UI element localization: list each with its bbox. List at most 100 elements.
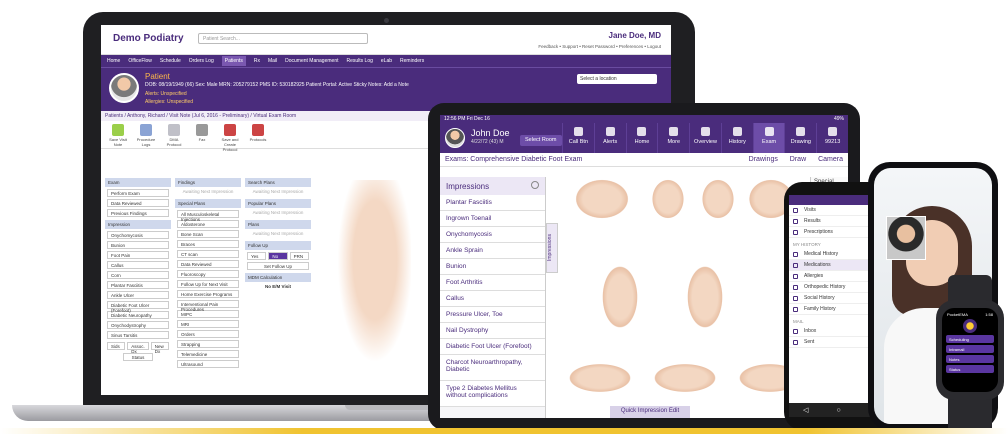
- impression-item[interactable]: Sinus Tarsitis: [107, 331, 169, 339]
- nav-more[interactable]: More: [657, 123, 689, 153]
- special-plan-item[interactable]: Aldosterone: [177, 220, 239, 228]
- special-plan-item[interactable]: MIPC: [177, 310, 239, 318]
- nav-elab[interactable]: eLab: [381, 58, 392, 64]
- nav-home[interactable]: Home: [107, 58, 120, 64]
- nav-drawing[interactable]: Drawing: [784, 123, 816, 153]
- follow-prn-button[interactable]: PRN: [289, 252, 309, 260]
- impression-item[interactable]: Diabetic Foot Ulcer (Forefoot): [440, 339, 545, 355]
- special-plan-item[interactable]: Telemedicine: [177, 350, 239, 358]
- nav-99213[interactable]: 99213: [816, 123, 848, 153]
- impression-item[interactable]: Plantar Fasciitis: [440, 195, 545, 211]
- new-dx-button[interactable]: New Dx: [150, 342, 170, 354]
- nav-exam[interactable]: Exam: [752, 123, 785, 153]
- impression-item[interactable]: Pressure Ulcer, Toe: [440, 307, 545, 323]
- special-plan-item[interactable]: Orders: [177, 330, 239, 338]
- special-plan-item[interactable]: Bone Scan: [177, 230, 239, 238]
- select-room-button[interactable]: Select Room: [520, 135, 562, 146]
- foot-image-top-left[interactable]: [572, 177, 632, 221]
- watch-notes-button[interactable]: Notes: [946, 355, 994, 363]
- follow-yes-button[interactable]: Yes: [247, 252, 267, 260]
- impression-item[interactable]: Ingrown Toenail: [440, 211, 545, 227]
- set-follow-up-button[interactable]: Set Follow Up: [247, 262, 309, 270]
- header-links[interactable]: Feedback • Support • Reset Password • Pr…: [538, 44, 661, 49]
- nav-call-btn[interactable]: Call Btn: [562, 123, 594, 153]
- back-icon[interactable]: ◁: [803, 406, 808, 414]
- watch-intramail-button[interactable]: Intramail: [946, 345, 994, 353]
- foot-image-sole-left[interactable]: [600, 262, 640, 332]
- exam-item[interactable]: Previous Findings: [107, 209, 169, 217]
- special-plan-item[interactable]: Interventional Pain Procedures: [177, 300, 239, 312]
- special-plan-item[interactable]: Strapping: [177, 340, 239, 348]
- nav-orders-log[interactable]: Orders Log: [189, 58, 214, 64]
- draw-link[interactable]: Draw: [790, 156, 806, 163]
- location-select[interactable]: Select a location: [577, 74, 657, 84]
- impression-item[interactable]: Bunion: [107, 241, 169, 249]
- procedure-logs-button[interactable]: Procedure Logs: [135, 124, 157, 147]
- impression-item[interactable]: Corn: [107, 271, 169, 279]
- home-circle-icon[interactable]: ○: [836, 407, 840, 414]
- nav-officeflow[interactable]: OfficeFlow: [128, 58, 152, 64]
- dma-protocol-button[interactable]: DMA Protocol: [163, 124, 185, 147]
- impression-item[interactable]: Diabetic Foot Ulcer (Forefoot): [107, 301, 169, 313]
- impression-item[interactable]: Foot Arthritis: [440, 275, 545, 291]
- impression-item[interactable]: Foot Pain: [107, 251, 169, 259]
- nav-overview[interactable]: Overview: [689, 123, 721, 153]
- sids-button[interactable]: Sids: [107, 342, 126, 350]
- impression-item[interactable]: Bunion: [440, 259, 545, 275]
- impression-item[interactable]: Onychodystrophy: [107, 321, 169, 329]
- impression-item[interactable]: Nail Dystrophy: [440, 323, 545, 339]
- nav-home[interactable]: Home: [625, 123, 658, 153]
- watch-status-button[interactable]: Status: [946, 365, 994, 373]
- camera-link[interactable]: Camera: [818, 156, 843, 163]
- foot-image-sole-right[interactable]: [685, 262, 725, 332]
- quick-impression-edit-button[interactable]: Quick Impression Edit: [610, 406, 690, 418]
- impression-item[interactable]: Callus: [107, 261, 169, 269]
- save-visit-note-button[interactable]: Save Visit Note: [107, 124, 129, 147]
- assoc-dx-button[interactable]: Assoc. Dx: [127, 342, 149, 354]
- nav-mail[interactable]: Mail: [268, 58, 277, 64]
- foot-image-side-left[interactable]: [565, 362, 635, 394]
- foot-image-top-middle[interactable]: [650, 177, 686, 221]
- special-plan-item[interactable]: CT scan: [177, 250, 239, 258]
- status-button[interactable]: Status: [123, 353, 153, 361]
- exam-item[interactable]: Perform Exam: [107, 189, 169, 197]
- special-plan-item[interactable]: Data Reviewed: [177, 260, 239, 268]
- special-plan-item[interactable]: All Musculoskeletal Injections: [177, 210, 239, 222]
- nav-history[interactable]: History: [720, 123, 753, 153]
- patient-search-input[interactable]: Patient Search...: [198, 33, 368, 44]
- nav-document-management[interactable]: Document Management: [285, 58, 338, 64]
- special-plan-item[interactable]: Fluoroscopy: [177, 270, 239, 278]
- impression-item[interactable]: Type 2 Diabetes Mellitus without complic…: [440, 381, 545, 407]
- nav-results-log[interactable]: Results Log: [347, 58, 373, 64]
- special-plan-item[interactable]: Ultrasound: [177, 360, 239, 368]
- special-plan-item[interactable]: Home Exercise Programs: [177, 290, 239, 298]
- nav-reminders[interactable]: Reminders: [400, 58, 424, 64]
- impression-item[interactable]: Callus: [440, 291, 545, 307]
- follow-no-button[interactable]: No: [268, 252, 288, 260]
- foot-image-top-right[interactable]: [700, 177, 736, 221]
- impression-item[interactable]: Ankle Ulcer: [107, 291, 169, 299]
- nav-patients[interactable]: Patients: [221, 56, 246, 66]
- search-icon[interactable]: [531, 181, 539, 189]
- nav-rx[interactable]: Rx: [254, 58, 260, 64]
- impression-item[interactable]: Onychomycosis: [107, 231, 169, 239]
- protocols-button[interactable]: Protocols: [247, 124, 269, 145]
- impression-item[interactable]: Charcot Neuroarthropathy, Diabetic: [440, 355, 545, 381]
- special-plan-item[interactable]: Follow Up for Next Visit: [177, 280, 239, 288]
- nav-alerts[interactable]: Alerts: [593, 123, 626, 153]
- app-logo[interactable]: Demo Podiatry: [113, 33, 184, 44]
- impression-item[interactable]: Ankle Sprain: [440, 243, 545, 259]
- self-view-video[interactable]: [886, 216, 926, 260]
- impression-item[interactable]: Diabetic Neuropathy: [107, 311, 169, 319]
- special-plan-item[interactable]: Braces: [177, 240, 239, 248]
- watch-scheduling-button[interactable]: Scheduling: [946, 335, 994, 343]
- impression-item[interactable]: Plantar Fasciitis: [107, 281, 169, 289]
- exam-item[interactable]: Data Reviewed: [107, 199, 169, 207]
- fax-button[interactable]: Fax: [191, 124, 213, 145]
- special-plan-item[interactable]: MRI: [177, 320, 239, 328]
- drawings-link[interactable]: Drawings: [749, 156, 778, 163]
- impressions-tab[interactable]: Impressions: [546, 223, 558, 273]
- impression-item[interactable]: Onychomycosis: [440, 227, 545, 243]
- foot-image-side-middle[interactable]: [650, 362, 720, 394]
- nav-schedule[interactable]: Schedule: [160, 58, 181, 64]
